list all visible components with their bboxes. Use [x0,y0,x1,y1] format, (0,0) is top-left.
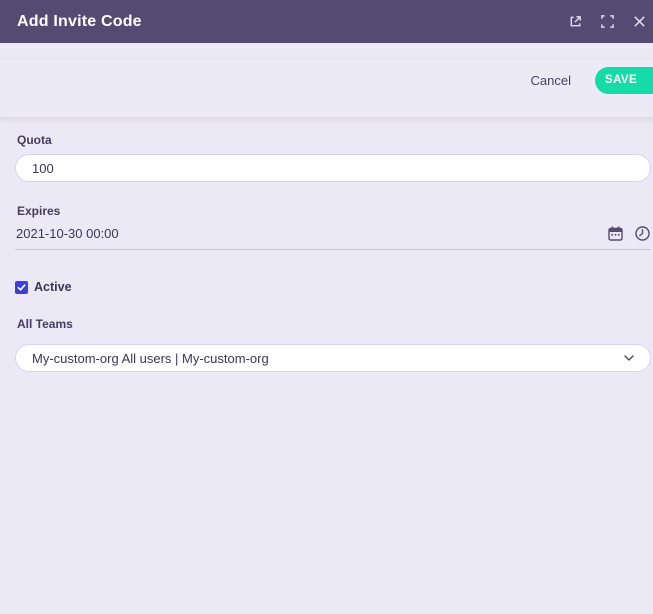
all-teams-label: All Teams [17,317,651,331]
calendar-icon[interactable] [607,225,624,242]
open-in-new-icon[interactable] [568,14,583,29]
quota-label: Quota [17,133,651,147]
quota-input[interactable] [15,154,651,182]
active-checkbox-row: Active [15,280,651,294]
modal-title: Add Invite Code [17,13,142,31]
chevron-down-icon [622,351,636,365]
teams-selected-option: My-custom-org All users | My-custom-org [32,351,622,366]
active-label[interactable]: Active [34,280,72,294]
close-icon[interactable] [632,14,647,29]
modal-header: Add Invite Code [0,0,653,43]
save-button[interactable]: SAVE [595,67,653,94]
expires-label: Expires [17,204,651,218]
invite-code-form: Quota Expires 2021-10-30 00:00 [0,118,653,614]
add-invite-code-modal: Add Invite Code [0,0,653,614]
expires-datetime-row[interactable]: 2021-10-30 00:00 [15,225,651,250]
expires-value[interactable]: 2021-10-30 00:00 [16,226,607,241]
window-controls [568,14,639,29]
action-toolbar: Cancel SAVE [0,43,653,118]
quota-field: Quota [15,133,651,182]
all-teams-field: All Teams My-custom-org All users | My-c… [15,317,651,372]
teams-select[interactable]: My-custom-org All users | My-custom-org [15,344,651,372]
expires-field: Expires 2021-10-30 00:00 [15,204,651,250]
fullscreen-icon[interactable] [600,14,615,29]
cancel-button[interactable]: Cancel [527,67,575,94]
clock-icon[interactable] [634,225,651,242]
active-checkbox[interactable] [15,281,28,294]
